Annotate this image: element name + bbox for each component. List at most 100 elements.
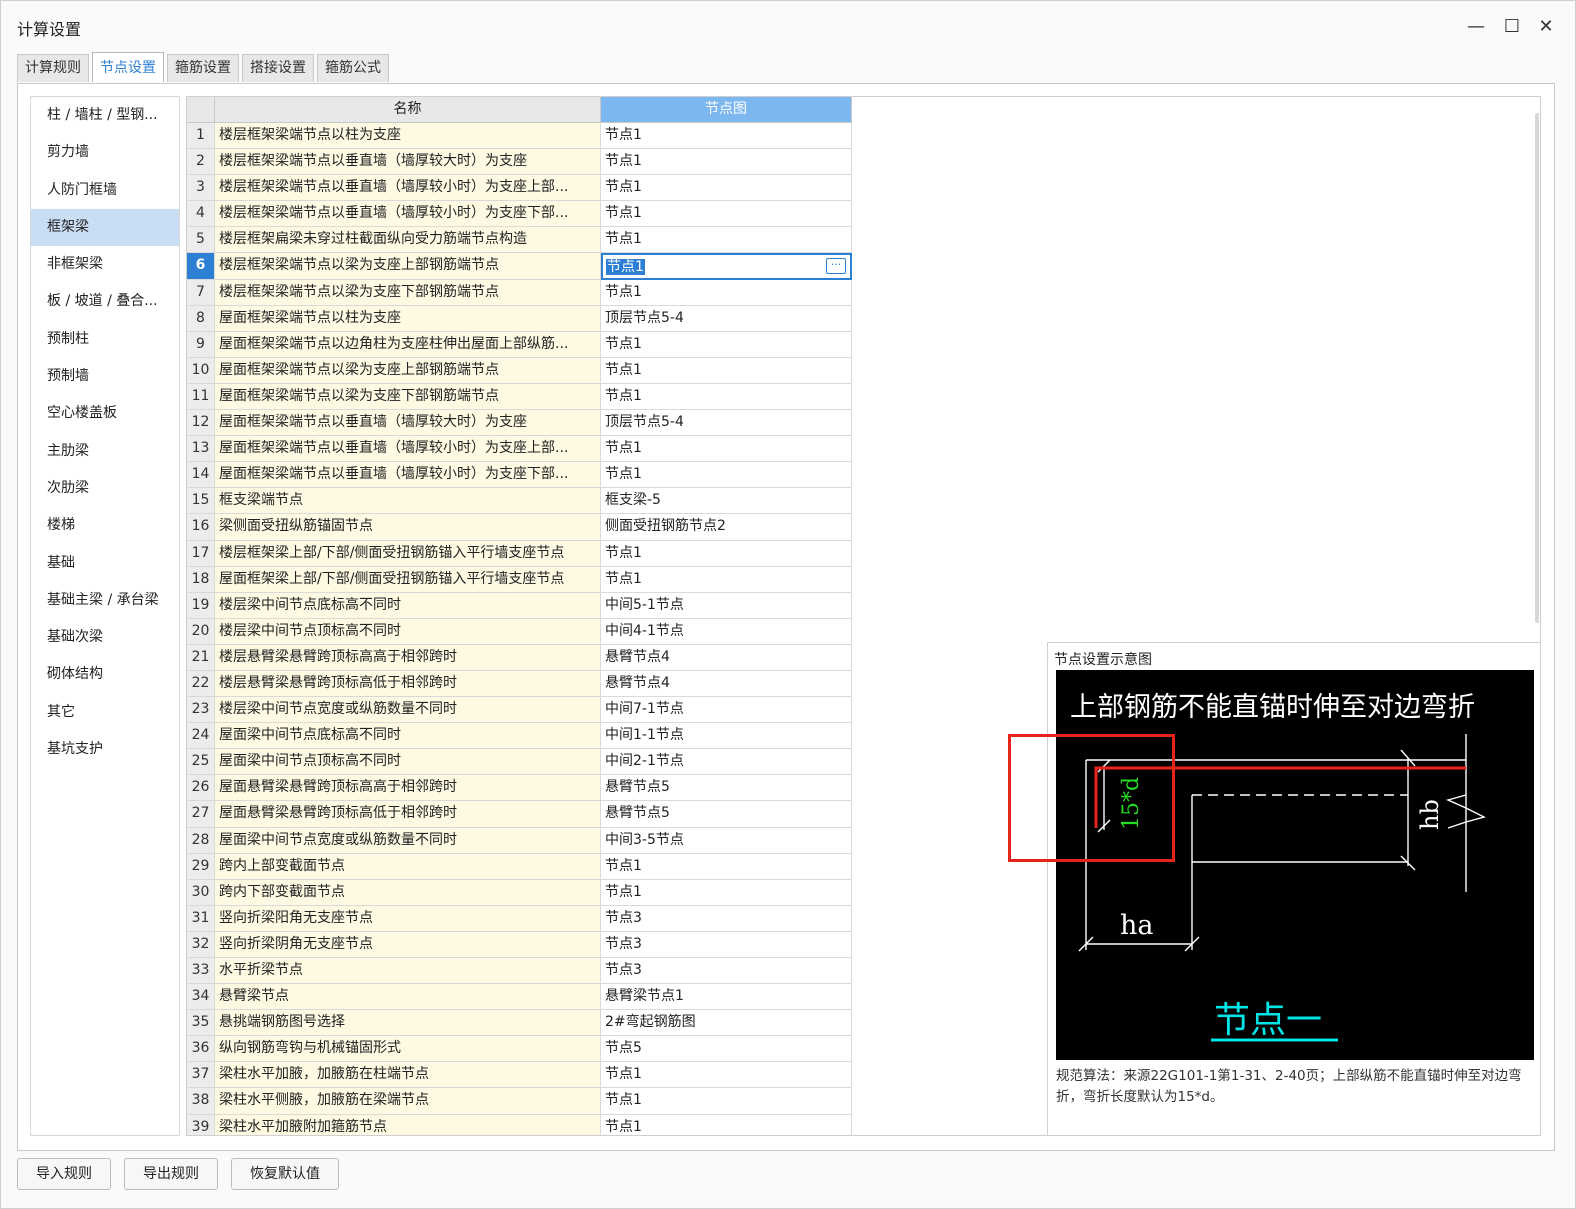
tab-1[interactable]: 节点设置 (92, 52, 164, 82)
row-node-value[interactable]: 中间7-1节点 (601, 697, 852, 724)
table-row[interactable]: 5 楼层框架扁梁未穿过柱截面纵向受力筋端节点构造 节点1 (187, 227, 852, 254)
table-row[interactable]: 39 梁柱水平加腋附加箍筋节点 节点1 (187, 1114, 852, 1135)
row-node-value[interactable]: 节点1 (601, 175, 852, 202)
table-row[interactable]: 13 屋面框架梁端节点以垂直墙（墙厚较小时）为支座上部... 节点1 (187, 436, 852, 463)
table-row[interactable]: 26 屋面悬臂梁悬臂跨顶标高高于相邻跨时 悬臂节点5 (187, 775, 852, 802)
ellipsis-button[interactable]: ··· (826, 258, 846, 275)
table-row[interactable]: 20 楼层梁中间节点顶标高不同时 中间4-1节点 (187, 618, 852, 645)
import-rules-button[interactable]: 导入规则 (17, 1158, 111, 1190)
header-node-diagram[interactable]: 节点图 (601, 97, 852, 123)
row-number[interactable]: 3 (187, 175, 215, 202)
nav-item[interactable]: 柱 / 墙柱 / 型钢... (31, 97, 179, 134)
table-row[interactable]: 35 悬挑端钢筋图号选择 2#弯起钢筋图 (187, 1010, 852, 1037)
row-node-value[interactable]: 节点1 (601, 123, 852, 150)
row-node-value[interactable]: 节点1 (601, 227, 852, 254)
table-row[interactable]: 19 楼层梁中间节点底标高不同时 中间5-1节点 (187, 592, 852, 619)
row-number[interactable]: 36 (187, 1036, 215, 1063)
table-row[interactable]: 11 屋面框架梁端节点以梁为支座下部钢筋端节点 节点1 (187, 383, 852, 411)
row-number[interactable]: 32 (187, 931, 215, 958)
row-node-value[interactable]: 节点1 (601, 1088, 852, 1115)
row-number[interactable]: 15 (187, 488, 215, 515)
nav-item[interactable]: 基坑支护 (31, 731, 179, 768)
table-row[interactable]: 12 屋面框架梁端节点以垂直墙（墙厚较大时）为支座 顶层节点5-4 (187, 410, 852, 437)
export-rules-button[interactable]: 导出规则 (124, 1158, 218, 1190)
nav-item[interactable]: 基础次梁 (31, 619, 179, 656)
row-number[interactable]: 16 (187, 514, 215, 541)
row-node-value[interactable]: 中间2-1节点 (601, 749, 852, 776)
row-number[interactable]: 12 (187, 410, 215, 437)
row-node-value[interactable]: 节点1 (601, 1062, 852, 1089)
table-row[interactable]: 22 楼层悬臂梁悬臂跨顶标高低于相邻跨时 悬臂节点4 (187, 670, 852, 698)
row-number[interactable]: 35 (187, 1010, 215, 1037)
row-number[interactable]: 34 (187, 984, 215, 1011)
table-row[interactable]: 1 楼层框架梁端节点以柱为支座 节点1 (187, 123, 852, 150)
table-row[interactable]: 36 纵向钢筋弯钩与机械锚固形式 节点5 (187, 1036, 852, 1063)
row-node-value[interactable]: 中间3-5节点 (601, 827, 852, 854)
row-node-value[interactable]: 节点1 (601, 436, 852, 463)
row-number[interactable]: 10 (187, 357, 215, 384)
row-node-value[interactable]: 节点1 (601, 357, 852, 384)
row-node-value[interactable]: 节点1 (601, 1114, 852, 1135)
row-number[interactable]: 2 (187, 149, 215, 176)
table-row[interactable]: 14 屋面框架梁端节点以垂直墙（墙厚较小时）为支座下部... 节点1 (187, 462, 852, 489)
table-row[interactable]: 30 跨内下部变截面节点 节点1 (187, 879, 852, 906)
row-node-value[interactable]: 节点3 (601, 905, 852, 932)
nav-item[interactable]: 基础 (31, 545, 179, 582)
row-node-value[interactable]: 悬臂节点5 (601, 775, 852, 802)
row-number[interactable]: 22 (187, 670, 215, 698)
row-number[interactable]: 7 (187, 279, 215, 306)
table-row[interactable]: 7 楼层框架梁端节点以梁为支座下部钢筋端节点 节点1 (187, 279, 852, 306)
row-node-value[interactable]: 节点1 (601, 540, 852, 567)
table-row[interactable]: 23 楼层梁中间节点宽度或纵筋数量不同时 中间7-1节点 (187, 697, 852, 724)
table-row[interactable]: 34 悬臂梁节点 悬臂梁节点1 (187, 984, 852, 1011)
row-node-value[interactable]: 节点1 (601, 462, 852, 489)
table-row[interactable]: 37 梁柱水平加腋，加腋筋在柱端节点 节点1 (187, 1062, 852, 1089)
row-number[interactable]: 1 (187, 123, 215, 150)
table-row[interactable]: 10 屋面框架梁端节点以梁为支座上部钢筋端节点 节点1 (187, 357, 852, 384)
row-node-value[interactable]: 节点5 (601, 1036, 852, 1063)
row-node-value[interactable]: 节点1 (601, 149, 852, 176)
row-node-value[interactable]: 悬臂梁节点1 (601, 984, 852, 1011)
selected-value-text[interactable]: 节点1 (606, 259, 645, 276)
table-row[interactable]: 24 屋面梁中间节点底标高不同时 中间1-1节点 (187, 723, 852, 750)
row-number[interactable]: 4 (187, 201, 215, 228)
table-row[interactable]: 18 屋面框架梁上部/下部/侧面受扭钢筋锚入平行墙支座节点 节点1 (187, 566, 852, 593)
nav-item[interactable]: 非框架梁 (31, 246, 179, 283)
row-number[interactable]: 25 (187, 749, 215, 776)
row-number[interactable]: 17 (187, 540, 215, 567)
nav-item[interactable]: 次肋梁 (31, 470, 179, 507)
header-name[interactable]: 名称 (215, 97, 601, 123)
row-number[interactable]: 31 (187, 905, 215, 932)
nav-item[interactable]: 砌体结构 (31, 656, 179, 693)
row-number[interactable]: 37 (187, 1062, 215, 1089)
row-number[interactable]: 14 (187, 462, 215, 489)
nav-item[interactable]: 板 / 坡道 / 叠合... (31, 283, 179, 320)
nav-item[interactable]: 人防门框墙 (31, 172, 179, 209)
nav-item[interactable]: 空心楼盖板 (31, 395, 179, 432)
row-number[interactable]: 26 (187, 775, 215, 802)
row-number[interactable]: 23 (187, 697, 215, 724)
table-row[interactable]: 6 楼层框架梁端节点以梁为支座上部钢筋端节点 节点1 ··· (187, 253, 852, 280)
row-number[interactable]: 19 (187, 592, 215, 619)
row-number[interactable]: 20 (187, 618, 215, 645)
row-node-value[interactable]: 节点3 (601, 958, 852, 985)
row-node-value[interactable]: 节点1 (601, 879, 852, 906)
nav-item[interactable]: 主肋梁 (31, 433, 179, 470)
table-row[interactable]: 29 跨内上部变截面节点 节点1 (187, 853, 852, 880)
row-number[interactable]: 18 (187, 566, 215, 593)
table-row[interactable]: 16 梁侧面受扭纵筋锚固节点 侧面受扭钢筋节点2 (187, 514, 852, 541)
row-node-value[interactable]: 节点3 (601, 931, 852, 958)
row-node-value[interactable]: 节点1 (601, 331, 852, 358)
table-row[interactable]: 27 屋面悬臂梁悬臂跨顶标高低于相邻跨时 悬臂节点5 (187, 801, 852, 828)
minimize-icon[interactable]: — (1463, 13, 1489, 39)
tab-4[interactable]: 箍筋公式 (317, 54, 389, 82)
row-node-value[interactable]: 2#弯起钢筋图 (601, 1010, 852, 1037)
row-number[interactable]: 5 (187, 227, 215, 254)
row-number[interactable]: 11 (187, 383, 215, 411)
table-row[interactable]: 25 屋面梁中间节点顶标高不同时 中间2-1节点 (187, 749, 852, 776)
row-number[interactable]: 27 (187, 801, 215, 828)
row-number[interactable]: 21 (187, 644, 215, 671)
row-node-value[interactable]: 悬臂节点4 (601, 670, 852, 698)
row-node-value[interactable]: 节点1 (601, 566, 852, 593)
restore-defaults-button[interactable]: 恢复默认值 (231, 1158, 339, 1190)
